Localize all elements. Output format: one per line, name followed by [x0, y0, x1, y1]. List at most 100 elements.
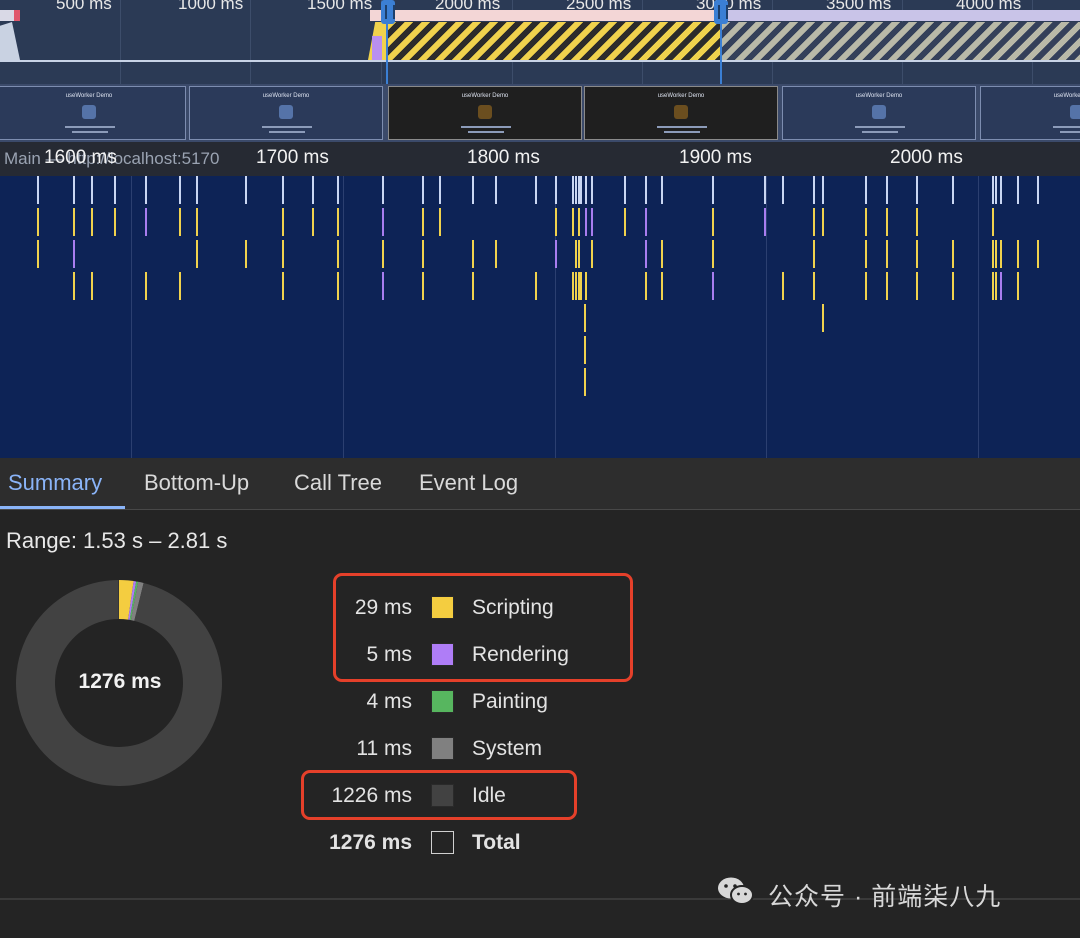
flame-event[interactable] [495, 240, 497, 268]
flame-event[interactable] [822, 176, 824, 204]
flame-event[interactable] [591, 176, 593, 204]
flame-event[interactable] [995, 272, 997, 300]
flame-event[interactable] [578, 240, 580, 268]
flame-event[interactable] [645, 240, 647, 268]
flame-event[interactable] [1037, 176, 1039, 204]
flame-event[interactable] [782, 176, 784, 204]
flame-event[interactable] [245, 240, 247, 268]
flame-event[interactable] [813, 272, 815, 300]
flame-event[interactable] [572, 176, 574, 204]
flame-event[interactable] [337, 240, 339, 268]
flame-event[interactable] [1000, 240, 1002, 268]
flame-event[interactable] [952, 176, 954, 204]
flame-event[interactable] [472, 176, 474, 204]
flame-event[interactable] [886, 176, 888, 204]
flame-event[interactable] [822, 304, 824, 332]
flame-event[interactable] [764, 176, 766, 204]
flame-event[interactable] [73, 208, 75, 236]
flame-event[interactable] [645, 208, 647, 236]
flame-event[interactable] [439, 176, 441, 204]
flame-event[interactable] [535, 272, 537, 300]
flame-event[interactable] [813, 176, 815, 204]
timeline-overview[interactable]: 500 ms 1000 ms 1500 ms 2000 ms 2500 ms 3… [0, 0, 1080, 84]
tab-summary[interactable]: Summary [8, 470, 102, 496]
flame-event[interactable] [439, 208, 441, 236]
flame-event[interactable] [472, 240, 474, 268]
flame-event[interactable] [712, 272, 714, 300]
flame-event[interactable] [624, 176, 626, 204]
flame-event[interactable] [91, 176, 93, 204]
flame-event[interactable] [661, 240, 663, 268]
flame-event[interactable] [145, 208, 147, 236]
flame-event[interactable] [179, 272, 181, 300]
flame-event[interactable] [886, 208, 888, 236]
flame-event[interactable] [916, 176, 918, 204]
flame-event[interactable] [661, 272, 663, 300]
tab-bottom-up[interactable]: Bottom-Up [144, 470, 249, 496]
flame-event[interactable] [916, 208, 918, 236]
flame-event[interactable] [145, 176, 147, 204]
flame-event[interactable] [578, 208, 580, 236]
flame-event[interactable] [337, 208, 339, 236]
flame-event[interactable] [865, 272, 867, 300]
flame-event[interactable] [196, 208, 198, 236]
flame-event[interactable] [886, 240, 888, 268]
flame-event[interactable] [782, 272, 784, 300]
flame-event[interactable] [585, 208, 587, 236]
flame-event[interactable] [585, 176, 587, 204]
screenshot-frame[interactable]: useWorker Demo [782, 86, 976, 140]
screenshot-frame[interactable]: useWorker Demo [584, 86, 778, 140]
flame-event[interactable] [535, 176, 537, 204]
flame-event[interactable] [179, 208, 181, 236]
screenshot-frame[interactable]: useWorker Demo [189, 86, 383, 140]
flame-event[interactable] [712, 176, 714, 204]
flame-event[interactable] [382, 240, 384, 268]
flame-event[interactable] [114, 208, 116, 236]
screenshot-frame[interactable]: useWorker Demo [388, 86, 582, 140]
flame-event[interactable] [1037, 240, 1039, 268]
flame-event[interactable] [584, 368, 586, 396]
flame-event[interactable] [555, 176, 557, 204]
flame-event[interactable] [1000, 176, 1002, 204]
flame-event[interactable] [591, 240, 593, 268]
flame-event[interactable] [37, 208, 39, 236]
flame-event[interactable] [645, 272, 647, 300]
flame-event[interactable] [282, 272, 284, 300]
flame-event[interactable] [813, 208, 815, 236]
flame-event[interactable] [995, 240, 997, 268]
flame-event[interactable] [382, 208, 384, 236]
flame-event[interactable] [1017, 176, 1019, 204]
flame-event[interactable] [575, 240, 577, 268]
flame-event[interactable] [813, 240, 815, 268]
flame-event[interactable] [580, 176, 582, 204]
flame-event[interactable] [865, 208, 867, 236]
flame-event[interactable] [916, 240, 918, 268]
flame-event[interactable] [555, 208, 557, 236]
flame-event[interactable] [572, 272, 574, 300]
flame-event[interactable] [73, 176, 75, 204]
flame-event[interactable] [422, 272, 424, 300]
flame-event[interactable] [865, 176, 867, 204]
flame-event[interactable] [712, 208, 714, 236]
screenshot-frame[interactable]: useWorker Demo [980, 86, 1080, 140]
flame-event[interactable] [179, 176, 181, 204]
flame-event[interactable] [73, 272, 75, 300]
flame-event[interactable] [661, 176, 663, 204]
flame-event[interactable] [382, 272, 384, 300]
flame-event[interactable] [495, 176, 497, 204]
flame-event[interactable] [312, 208, 314, 236]
flame-event[interactable] [382, 176, 384, 204]
flame-event[interactable] [575, 272, 577, 300]
tab-event-log[interactable]: Event Log [419, 470, 518, 496]
flame-event[interactable] [73, 240, 75, 268]
main-thread-flame-chart[interactable] [0, 176, 1080, 458]
flame-event[interactable] [196, 240, 198, 268]
flame-event[interactable] [196, 176, 198, 204]
flame-event[interactable] [822, 208, 824, 236]
flame-event[interactable] [591, 208, 593, 236]
flame-event[interactable] [1017, 240, 1019, 268]
flame-event[interactable] [764, 208, 766, 236]
flame-event[interactable] [886, 272, 888, 300]
selection-left-handle[interactable] [381, 0, 395, 24]
flame-event[interactable] [282, 176, 284, 204]
